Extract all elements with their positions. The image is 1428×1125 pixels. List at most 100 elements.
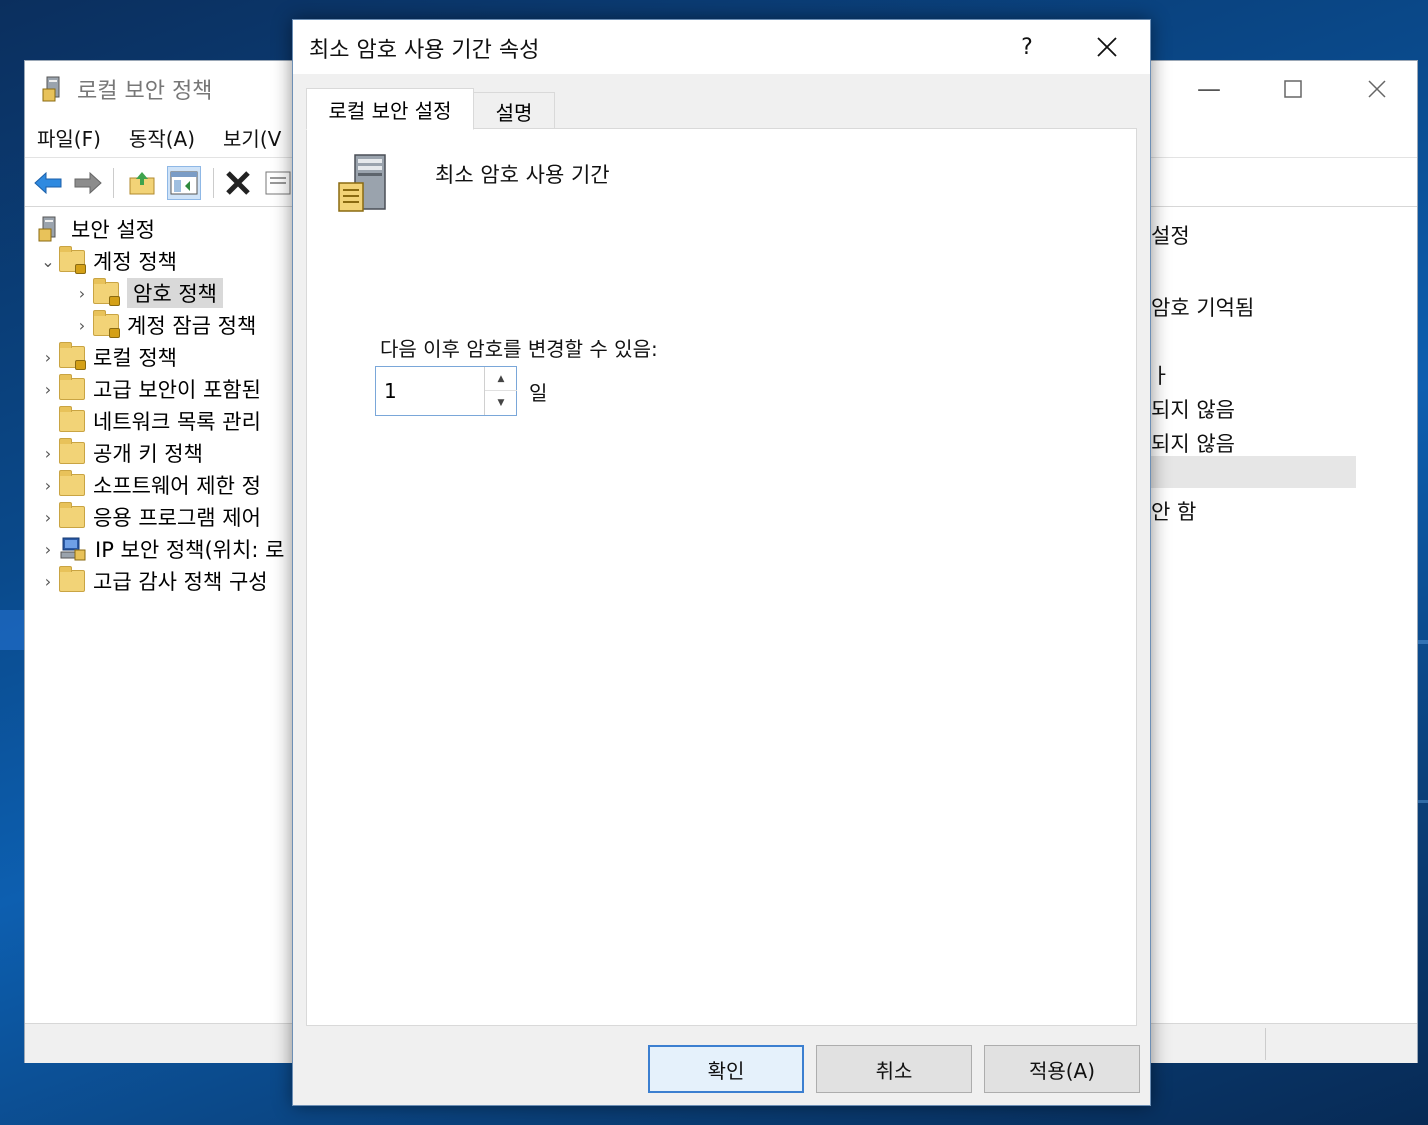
close-icon — [1368, 80, 1386, 98]
server-policy-icon — [338, 154, 386, 212]
tree-item-account-lockout-policy[interactable]: › 계정 잠금 정책 — [71, 310, 256, 340]
tree-item-label: 고급 감사 정책 구성 — [93, 570, 268, 594]
tree-item-label: 소프트웨어 제한 정 — [93, 474, 261, 498]
minimize-button[interactable]: — — [1167, 67, 1251, 111]
details-row-highlight — [1151, 456, 1356, 488]
back-arrow-icon — [34, 171, 62, 195]
tree-item-advanced-firewall[interactable]: › 고급 보안이 포함된 — [37, 374, 261, 404]
tab-panel-local-security-setting: 최소 암호 사용 기간 다음 이후 암호를 변경할 수 있음: ▲ ▼ 일 — [306, 128, 1137, 1026]
tree-item-password-policy[interactable]: › 암호 정책 — [71, 278, 223, 308]
chevron-up-icon: ▲ — [497, 373, 505, 384]
dialog-title-bar: 최소 암호 사용 기간 속성 ? — [293, 20, 1150, 74]
background-window-title: 로컬 보안 정책 — [77, 79, 213, 104]
show-hide-console-tree-button[interactable] — [167, 166, 201, 200]
delete-button[interactable] — [221, 166, 255, 200]
apply-button[interactable]: 적용(A) — [984, 1045, 1140, 1093]
back-button[interactable] — [31, 166, 65, 200]
collapsed-chevron-icon[interactable]: › — [71, 284, 93, 303]
up-folder-icon — [129, 172, 155, 195]
tree-item-ip-security-policies[interactable]: › IP 보안 정책(위치: 로 — [37, 534, 284, 564]
details-value: 안 함 — [1151, 500, 1197, 524]
min-password-age-stepper[interactable]: ▲ ▼ — [375, 366, 517, 416]
forward-button[interactable] — [71, 166, 105, 200]
ok-button[interactable]: 확인 — [648, 1045, 804, 1093]
stepper-down-button[interactable]: ▼ — [485, 391, 517, 415]
close-icon — [1097, 37, 1117, 57]
chevron-down-icon: ▼ — [497, 398, 505, 408]
stepper-buttons: ▲ ▼ — [484, 367, 517, 415]
status-bar-divider — [1265, 1028, 1266, 1060]
collapsed-chevron-icon[interactable]: › — [37, 508, 59, 527]
expanded-chevron-icon[interactable]: ⌄ — [37, 252, 59, 271]
policy-name: 최소 암호 사용 기간 — [435, 163, 610, 187]
dialog-close-button[interactable] — [1069, 26, 1145, 68]
days-unit-label: 일 — [529, 381, 548, 405]
folder-lock-icon — [93, 310, 120, 338]
tab-label: 로컬 보안 설정 — [328, 98, 452, 123]
tree-item-public-key-policies[interactable]: › 공개 키 정책 — [37, 438, 203, 468]
tab-local-security-setting[interactable]: 로컬 보안 설정 — [306, 88, 474, 130]
collapsed-chevron-icon[interactable]: › — [37, 540, 59, 559]
tree-item-label: 계정 잠금 정책 — [127, 314, 257, 338]
dialog-title: 최소 암호 사용 기간 속성 — [309, 38, 540, 63]
stepper-up-button[interactable]: ▲ — [485, 367, 517, 391]
menu-action[interactable]: 동작(A) — [129, 123, 195, 152]
folder-icon — [59, 438, 85, 464]
show-hide-tree-icon — [170, 171, 198, 195]
desktop-light-streak — [1418, 640, 1428, 644]
properties-button[interactable] — [261, 166, 295, 200]
tree-item-advanced-audit-policy[interactable]: › 고급 감사 정책 구성 — [37, 566, 268, 596]
folder-lock-icon — [93, 278, 120, 306]
details-value: ㅏ — [1151, 364, 1171, 388]
tree-item-label: 공개 키 정책 — [93, 442, 203, 466]
help-button[interactable]: ? — [999, 26, 1055, 68]
tree-item-label: 계정 정책 — [93, 250, 177, 274]
forward-arrow-icon — [74, 171, 102, 195]
tree-item-security-settings[interactable]: 보안 설정 — [37, 214, 155, 244]
collapsed-chevron-icon[interactable]: › — [37, 348, 59, 367]
tree-item-application-control[interactable]: › 응용 프로그램 제어 — [37, 502, 261, 532]
tree-item-label: 암호 정책 — [127, 278, 223, 308]
folder-icon — [59, 374, 85, 400]
desktop-light-streak — [1418, 800, 1428, 803]
minimize-icon: — — [1197, 75, 1221, 103]
collapsed-chevron-icon[interactable]: › — [71, 316, 93, 335]
folder-lock-icon — [59, 246, 86, 274]
folder-icon — [59, 566, 85, 592]
up-one-level-button[interactable] — [125, 166, 159, 200]
collapsed-chevron-icon[interactable]: › — [37, 572, 59, 591]
collapsed-chevron-icon[interactable]: › — [37, 444, 59, 463]
tree-item-software-restriction[interactable]: › 소프트웨어 제한 정 — [37, 470, 261, 500]
details-vertical-scrollbar[interactable] — [1356, 208, 1419, 1018]
folder-icon — [59, 470, 85, 496]
min-password-age-input[interactable] — [376, 367, 484, 415]
cancel-button[interactable]: 취소 — [816, 1045, 972, 1093]
min-password-age-properties-dialog: 최소 암호 사용 기간 속성 ? 로컬 보안 설정 설명 최소 암호 사용 기간… — [292, 19, 1151, 1106]
tree-item-account-policies[interactable]: ⌄ 계정 정책 — [37, 246, 177, 276]
tree-item-label: 응용 프로그램 제어 — [93, 506, 261, 530]
tree-item-label: 네트워크 목록 관리 — [93, 410, 261, 434]
collapsed-chevron-icon[interactable]: › — [37, 476, 59, 495]
delete-icon — [226, 171, 250, 195]
tab-label: 설명 — [495, 100, 533, 125]
tree-item-label: 로컬 정책 — [93, 346, 177, 370]
security-policy-app-icon — [42, 76, 60, 102]
security-settings-icon — [38, 216, 56, 242]
desktop-light-streak — [0, 610, 24, 650]
maximize-button[interactable] — [1251, 67, 1335, 111]
collapsed-chevron-icon[interactable]: › — [37, 380, 59, 399]
tree-item-label: 보안 설정 — [71, 218, 155, 242]
folder-icon — [59, 502, 85, 528]
toolbar-separator — [213, 168, 214, 198]
ip-security-icon — [60, 537, 86, 561]
toolbar-separator — [113, 168, 114, 198]
tab-explain[interactable]: 설명 — [473, 92, 555, 130]
tree-item-network-list-manager[interactable]: 네트워크 목록 관리 — [37, 406, 261, 436]
menu-view[interactable]: 보기(V — [223, 123, 281, 152]
tree-item-local-policies[interactable]: › 로컬 정책 — [37, 342, 177, 372]
help-icon: ? — [1021, 34, 1033, 60]
menu-file[interactable]: 파일(F) — [37, 123, 101, 152]
properties-icon — [265, 171, 291, 195]
background-close-button[interactable] — [1335, 67, 1419, 111]
tree-item-label: IP 보안 정책(위치: 로 — [95, 538, 285, 562]
